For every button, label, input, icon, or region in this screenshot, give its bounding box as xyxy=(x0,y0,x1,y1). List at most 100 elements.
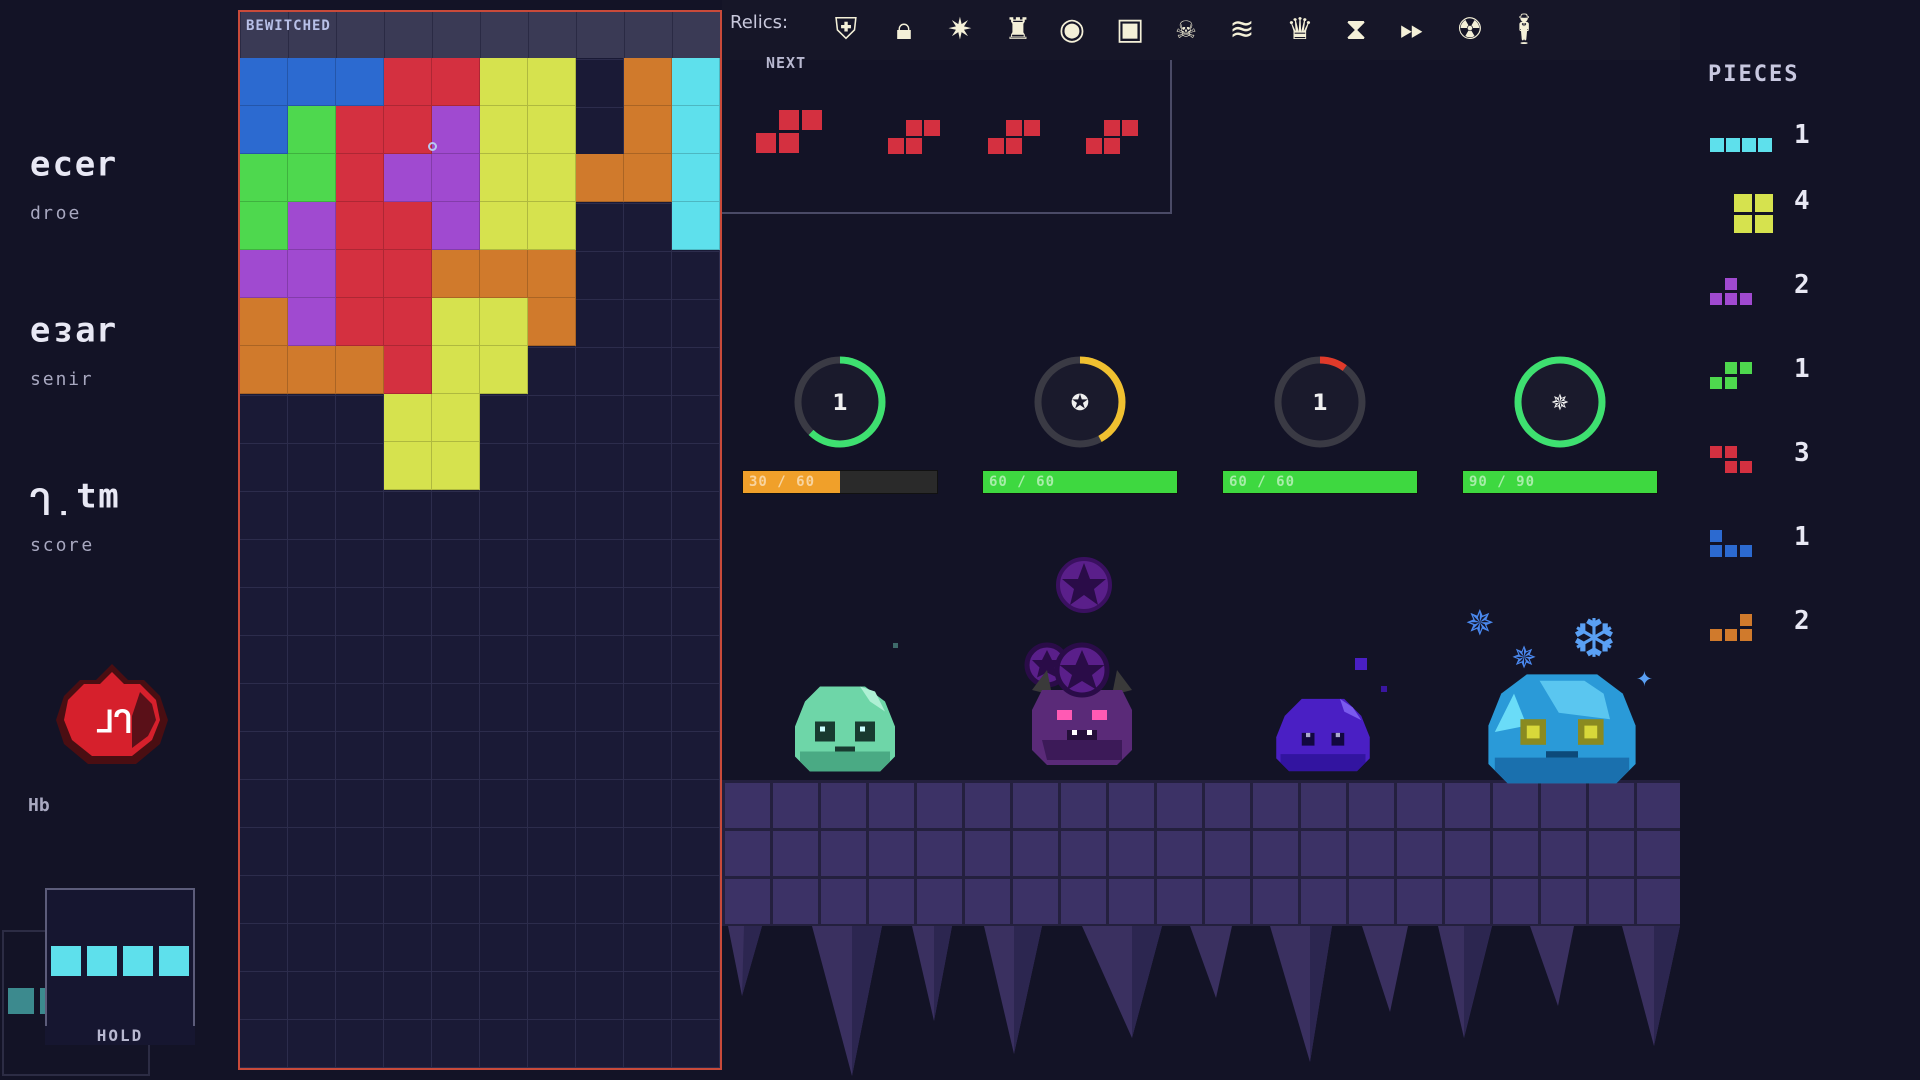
board-cell xyxy=(384,250,432,298)
skull-icon[interactable]: ☠ xyxy=(1166,10,1206,50)
purple-demon-timer: ✪ xyxy=(1034,356,1126,448)
frame-icon[interactable]: ▣ xyxy=(1110,10,1150,50)
purple-demon-hp-text: 60 / 60 xyxy=(989,474,1056,490)
gold-label: ǝoɹp xyxy=(28,204,80,225)
score-stat: ɯʇ˙ᒐ xyxy=(28,480,119,520)
board-cell xyxy=(528,250,576,298)
board-cell xyxy=(432,202,480,250)
board-cell xyxy=(288,202,336,250)
green-slime-sprite[interactable] xyxy=(790,676,900,782)
lines-stat: ɹɐɛǝ xyxy=(28,314,118,354)
board-blocks xyxy=(240,58,720,498)
violet-slime-timer-value: 1 xyxy=(1312,391,1327,416)
board-cell xyxy=(384,346,432,394)
figure-icon[interactable]: 🕴︎ xyxy=(1504,10,1544,50)
stalactites xyxy=(728,926,1680,1076)
violet-slime-timer: 1 xyxy=(1274,356,1366,448)
next-label: NEXT xyxy=(766,54,807,72)
board-cell xyxy=(336,58,384,106)
pentagram-icon xyxy=(1056,557,1112,613)
board-cell xyxy=(432,250,480,298)
hold-box[interactable] xyxy=(45,888,195,1036)
ice-slime-timer: ✵ xyxy=(1514,356,1606,448)
board-cell xyxy=(336,298,384,346)
board-cell xyxy=(336,154,384,202)
board-cell xyxy=(384,442,432,490)
board-cell xyxy=(480,154,528,202)
hourglass-icon[interactable]: ⧗ xyxy=(1336,10,1376,50)
score-value: ɯʇ˙ᒐ xyxy=(28,480,119,520)
board-status-label: BEWITCHED xyxy=(246,18,331,34)
board-cell xyxy=(624,58,672,106)
board-cell xyxy=(672,202,720,250)
board-cell xyxy=(672,106,720,154)
piece-count-I: 1 xyxy=(1794,120,1810,150)
board-cell xyxy=(384,58,432,106)
board-cell xyxy=(432,58,480,106)
board-cell xyxy=(240,58,288,106)
score-label: ǝɹoɔs xyxy=(28,536,93,557)
relics-label: Relics: xyxy=(730,12,789,33)
purple-demon-hp-bar: 60 / 60 xyxy=(982,470,1178,494)
board-cell xyxy=(240,298,288,346)
board-cell xyxy=(624,106,672,154)
board-cell xyxy=(240,250,288,298)
piece-count-Z: 3 xyxy=(1794,438,1810,468)
board-cell xyxy=(528,298,576,346)
board-cell xyxy=(480,106,528,154)
green-slime-hp-text: 30 / 60 xyxy=(749,474,816,490)
board-cell xyxy=(432,442,480,490)
wind-icon[interactable]: ≋ xyxy=(1222,10,1262,50)
board-cell xyxy=(384,106,432,154)
eye-icon[interactable]: ◉ xyxy=(1052,10,1092,50)
piece-count-J: 1 xyxy=(1794,522,1810,552)
ice-slime-sprite[interactable] xyxy=(1482,668,1642,796)
board-cell xyxy=(240,346,288,394)
lock-icon[interactable]: 🔒︎ xyxy=(884,10,924,50)
sparkle-icon[interactable]: ✷ xyxy=(940,10,980,50)
snowflake-icon: ❆ xyxy=(1574,596,1614,673)
board-cell xyxy=(576,154,624,202)
piece-count-T: 2 xyxy=(1794,270,1810,300)
board-cell xyxy=(240,202,288,250)
board-cell xyxy=(432,394,480,442)
board-cell xyxy=(336,346,384,394)
board-cell xyxy=(480,298,528,346)
ice-slime-hp-text: 90 / 90 xyxy=(1469,474,1536,490)
ice-slime-hp-bar: 90 / 90 xyxy=(1462,470,1658,494)
board-cell xyxy=(528,202,576,250)
snowflake-icon: ✵ xyxy=(1466,592,1494,646)
green-slime-timer: 1 xyxy=(794,356,886,448)
board-cell xyxy=(480,202,528,250)
board-cell xyxy=(240,154,288,202)
board-cell xyxy=(432,154,480,202)
piece-count-S: 1 xyxy=(1794,354,1810,384)
violet-slime-hp-bar: 60 / 60 xyxy=(1222,470,1418,494)
board-cell xyxy=(432,298,480,346)
lines-label: ɹᴉuǝs xyxy=(28,370,93,391)
violet-slime-hp-text: 60 / 60 xyxy=(1229,474,1296,490)
board-spark xyxy=(428,142,437,151)
violet-slime-sprite[interactable] xyxy=(1272,690,1374,780)
green-slime-timer-value: 1 xyxy=(832,391,847,416)
bubble-particle xyxy=(1381,686,1387,692)
board-cell xyxy=(384,394,432,442)
hp-label: Hb xyxy=(28,795,50,816)
snowflake-icon: ✵ xyxy=(1512,632,1537,678)
crown-icon[interactable]: ♛ xyxy=(1280,10,1320,50)
hp-value: ᒐᒥ xyxy=(97,702,133,737)
board-cell xyxy=(288,106,336,154)
spark-particle xyxy=(893,643,898,648)
board-cell xyxy=(336,250,384,298)
castle-icon[interactable]: ♜ xyxy=(998,10,1038,50)
demon-skull-icon[interactable]: ☢ xyxy=(1450,10,1490,50)
pieces-title: PIECES xyxy=(1708,62,1800,87)
fast-forward-icon[interactable]: ⏩︎ xyxy=(1392,10,1432,50)
stone-floor xyxy=(722,780,1680,926)
purple-demon-sprite[interactable] xyxy=(1022,640,1142,780)
piece-count-O: 4 xyxy=(1794,186,1810,216)
shield-icon[interactable]: ⛨ xyxy=(826,10,866,50)
board-cell xyxy=(384,154,432,202)
lines-value: ɹɐɛǝ xyxy=(28,314,118,354)
board-cell xyxy=(336,106,384,154)
